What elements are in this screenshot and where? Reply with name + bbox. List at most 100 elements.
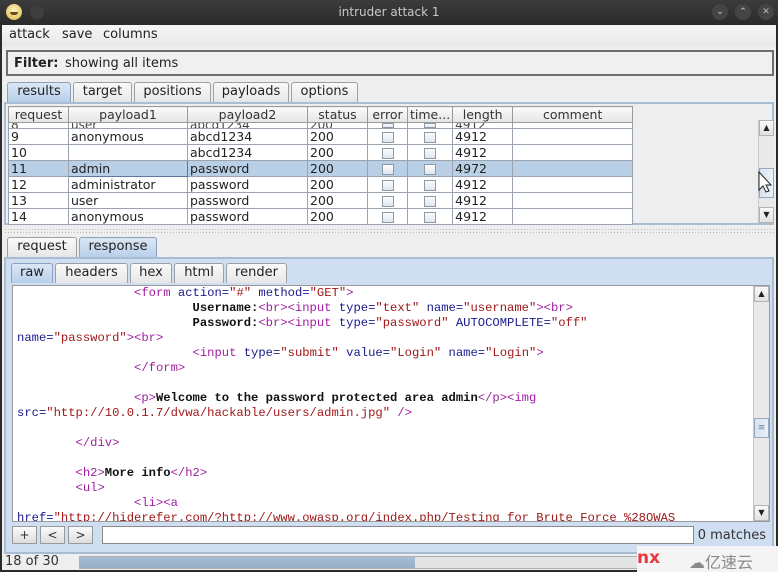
table-row[interactable]: 12 administrator password 200 4912	[8, 176, 634, 193]
code-line: <input type="submit" value="Login" name=…	[17, 346, 753, 361]
search-input[interactable]	[102, 526, 694, 544]
scroll-up-arrow-icon[interactable]: ▲	[754, 286, 769, 302]
col-request[interactable]: request	[8, 106, 69, 123]
timeout-checkbox[interactable]	[424, 132, 437, 143]
timeout-checkbox[interactable]	[424, 212, 437, 223]
cell-comment	[512, 176, 634, 193]
code-token: name=	[17, 331, 54, 345]
cell-comment	[512, 160, 634, 177]
editor-scrollbar[interactable]: ▲ ≡ ▼	[753, 286, 769, 521]
tab-positions[interactable]: positions	[134, 82, 211, 102]
col-length[interactable]: length	[452, 106, 514, 123]
code-token: action=	[177, 286, 230, 300]
col-error[interactable]: error	[367, 106, 408, 123]
error-checkbox[interactable]	[381, 164, 394, 175]
menu-columns[interactable]: columns	[103, 27, 158, 42]
menu-save[interactable]: save	[62, 27, 92, 42]
title-bar: intruder attack 1 ⌄ ⌃ ✕	[0, 0, 778, 25]
scroll-up-arrow-icon[interactable]: ▲	[759, 120, 774, 136]
request-count: 18 of 30	[5, 554, 59, 569]
scroll-down-arrow-icon[interactable]: ▼	[759, 207, 774, 223]
code-token: <br><input	[258, 316, 339, 330]
filter-bar[interactable]: Filter: showing all items	[6, 50, 774, 76]
code-token: <br><input	[258, 301, 339, 315]
code-token: Welcome to the password protected area a…	[155, 391, 478, 405]
col-payload2[interactable]: payload2	[187, 106, 308, 123]
code-line: Username:<br><input type="text" name="us…	[17, 301, 753, 316]
tab-response[interactable]: response	[79, 237, 157, 257]
code-token: "text"	[375, 301, 427, 315]
tab-payloads[interactable]: payloads	[213, 82, 289, 102]
cell-timeout	[406, 176, 454, 193]
chevron-down-icon: ⌄	[716, 7, 724, 17]
scroll-down-arrow-icon[interactable]: ▼	[754, 505, 769, 521]
timeout-checkbox[interactable]	[424, 180, 437, 191]
cell-request: 9	[8, 128, 69, 145]
code-token: <input	[17, 346, 244, 360]
cell-timeout	[406, 208, 454, 225]
table-row[interactable]: 11 admin password 200 4972	[8, 160, 634, 177]
error-checkbox[interactable]	[381, 148, 394, 159]
col-comment[interactable]: comment	[512, 106, 634, 123]
add-search-button[interactable]: +	[12, 526, 37, 544]
timeout-checkbox[interactable]	[424, 123, 437, 128]
code-line: <p>Welcome to the password protected are…	[17, 391, 753, 406]
timeout-checkbox[interactable]	[424, 148, 437, 159]
tab-target[interactable]: target	[73, 82, 132, 102]
filter-value: showing all items	[65, 56, 179, 71]
error-checkbox[interactable]	[381, 196, 394, 207]
error-checkbox[interactable]	[381, 123, 394, 128]
tab-html[interactable]: html	[174, 263, 224, 283]
watermark: nx ☁亿速云	[637, 546, 778, 572]
previous-match-button[interactable]: <	[40, 526, 65, 544]
table-header: request payload1 payload2 status error t…	[8, 106, 634, 123]
code-line: <li><a	[17, 496, 753, 511]
code-token: </p><img	[477, 391, 537, 405]
cell-error	[367, 208, 408, 225]
tab-options[interactable]: options	[291, 82, 358, 102]
cell-error	[367, 192, 408, 209]
code-token: <h2>	[17, 466, 105, 480]
code-token: value=	[346, 346, 391, 360]
code-line: name="password"><br>	[17, 331, 753, 346]
tab-raw[interactable]: raw	[11, 263, 53, 283]
table-row[interactable]: 10 abcd1234 200 4912	[8, 144, 634, 161]
mouse-cursor-icon	[758, 171, 772, 193]
menu-attack[interactable]: attack	[9, 27, 50, 42]
col-status[interactable]: status	[307, 106, 368, 123]
cell-length: 4912	[452, 208, 514, 225]
maximize-button[interactable]: ⌃	[735, 4, 751, 20]
minimize-button[interactable]: ⌄	[712, 4, 728, 20]
col-payload1[interactable]: payload1	[68, 106, 188, 123]
tab-headers[interactable]: headers	[55, 263, 128, 283]
tab-render[interactable]: render	[226, 263, 287, 283]
code-token: "GET"	[309, 286, 347, 300]
code-token: </div>	[17, 436, 120, 450]
tab-hex[interactable]: hex	[130, 263, 172, 283]
table-row[interactable]: 13 user password 200 4912	[8, 192, 634, 209]
error-checkbox[interactable]	[381, 132, 394, 143]
scrollbar-thumb[interactable]: ≡	[754, 418, 769, 438]
timeout-checkbox[interactable]	[424, 164, 437, 175]
code-token: </form>	[17, 361, 186, 375]
close-button[interactable]: ✕	[758, 4, 774, 20]
progress-fill	[80, 557, 415, 568]
code-token: "#"	[229, 286, 259, 300]
code-token: "submit"	[280, 346, 347, 360]
table-row[interactable]: 9 anonymous abcd1234 200 4912	[8, 128, 634, 145]
pane-splitter[interactable]	[4, 228, 774, 234]
code-line: Password:<br><input type="password" AUTO…	[17, 316, 753, 331]
table-row[interactable]: 14 anonymous password 200 4912	[8, 208, 634, 225]
response-editor[interactable]: <form action="#" method="GET"> Username:…	[12, 285, 770, 522]
cloud-icon: ☁	[689, 553, 705, 572]
next-match-button[interactable]: >	[68, 526, 93, 544]
tab-request[interactable]: request	[7, 237, 77, 257]
cell-status: 200	[307, 176, 368, 193]
col-timeout[interactable]: time...	[406, 106, 454, 123]
error-checkbox[interactable]	[381, 212, 394, 223]
tab-results[interactable]: results	[7, 82, 71, 102]
error-checkbox[interactable]	[381, 180, 394, 191]
code-token: "http://hiderefer.com/?http://www.owasp.…	[53, 511, 676, 522]
timeout-checkbox[interactable]	[424, 196, 437, 207]
